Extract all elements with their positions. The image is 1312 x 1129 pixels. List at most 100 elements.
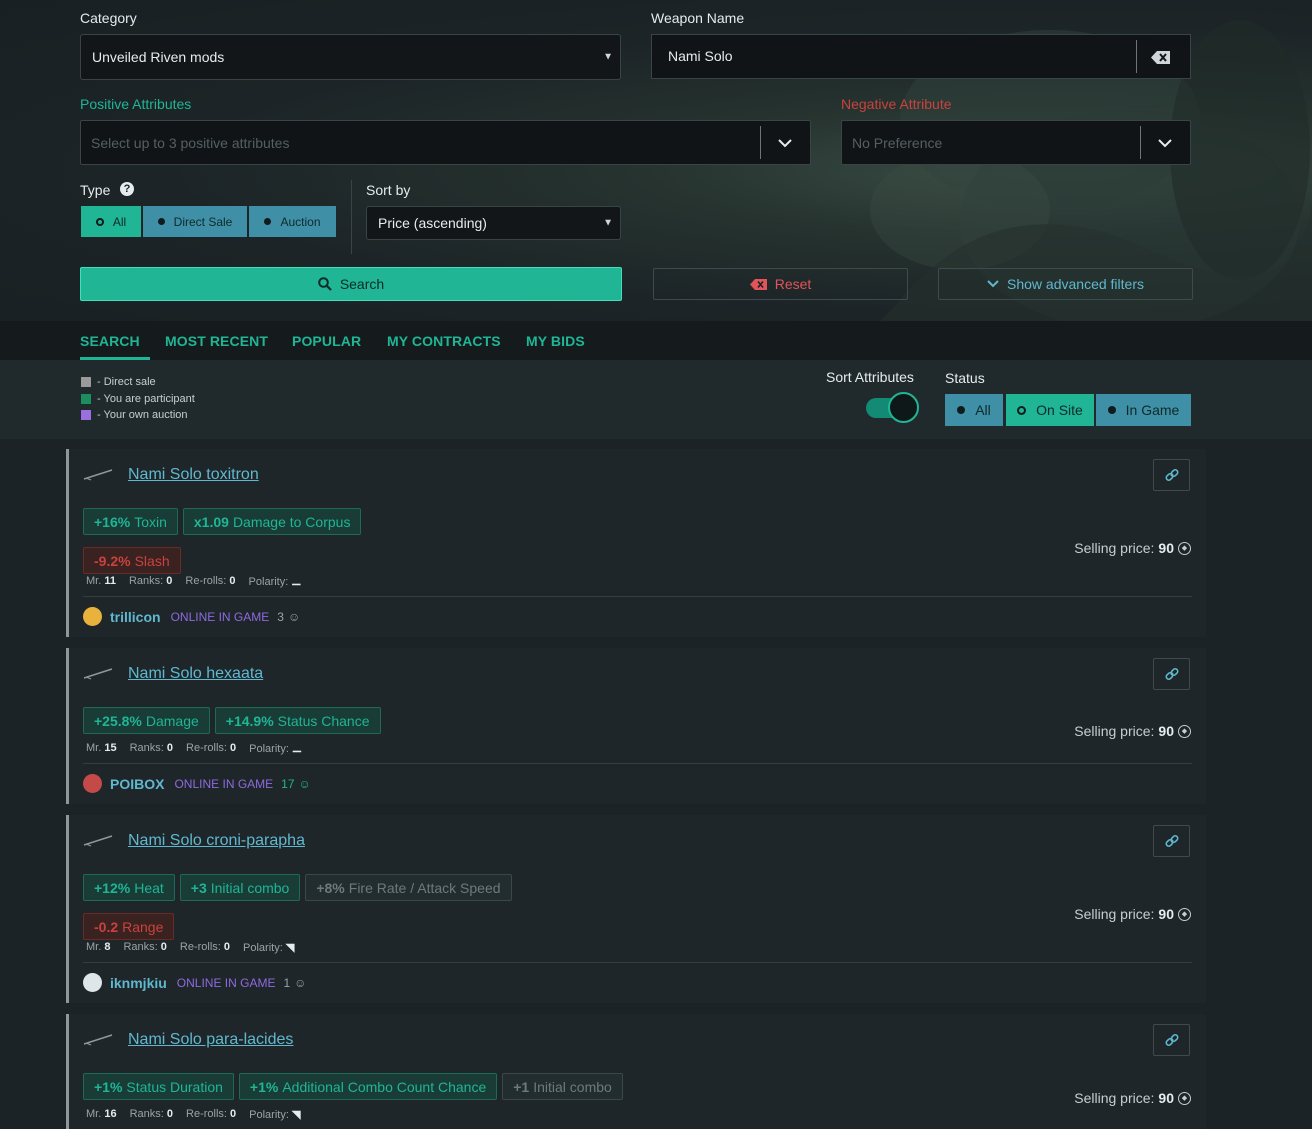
type-label: Type <box>80 182 111 198</box>
attribute-positive: +14.9% Status Chance <box>214 707 381 734</box>
avatar[interactable] <box>83 973 102 992</box>
type-option-direct-sale[interactable]: Direct Sale <box>143 206 247 237</box>
type-option-all[interactable]: All <box>81 206 141 237</box>
type-option-label: All <box>112 214 127 229</box>
positive-attributes-placeholder: Select up to 3 positive attributes <box>91 134 290 151</box>
attribute-positive: x1.09 Damage to Corpus <box>182 508 362 535</box>
reputation: 3 ☺ <box>277 609 301 624</box>
polarity-icon: ◥ <box>291 1109 301 1121</box>
legend-own-auction: - Your own auction <box>81 409 188 421</box>
tab-my-contracts[interactable]: MY CONTRACTS <box>387 333 501 349</box>
avatar[interactable] <box>83 607 102 626</box>
negative-attribute-value: No Preference <box>852 134 943 151</box>
auction-card: Nami Solo para-lacides +1% Status Duratio… <box>66 1014 1206 1129</box>
weapon-icon <box>83 1034 113 1046</box>
sort-by-select[interactable]: Price (ascending) ▼ <box>366 206 621 240</box>
legend-direct-sale: - Direct sale <box>81 376 156 388</box>
copy-link-button[interactable] <box>1153 459 1190 491</box>
negative-attribute-select[interactable]: No Preference <box>841 120 1191 165</box>
copy-link-button[interactable] <box>1153 825 1190 857</box>
selling-price: Selling price: 90 ◆ <box>1074 1090 1191 1106</box>
seller-name[interactable]: iknmjkiu <box>110 975 167 991</box>
link-icon <box>1164 1033 1179 1047</box>
show-advanced-filters-label: Show advanced filters <box>1007 276 1144 292</box>
chevron-down-icon: ▼ <box>603 51 613 63</box>
attribute-positive: +1% Additional Combo Count Chance <box>238 1073 498 1100</box>
positive-attributes-label: Positive Attributes <box>80 96 192 112</box>
category-label: Category <box>80 10 137 26</box>
category-select[interactable]: Unveiled Riven mods ▼ <box>80 34 621 80</box>
attribute-positive: +3 Initial combo <box>179 874 301 901</box>
selling-price: Selling price: 90 ◆ <box>1074 540 1191 556</box>
radio-selected-icon <box>95 217 104 226</box>
tab-my-bids[interactable]: MY BIDS <box>526 333 585 349</box>
legend-label: - Your own auction <box>97 409 188 421</box>
smiley-icon: ☺ <box>287 609 301 624</box>
seller-info: POIBOX ONLINE IN GAME 17 ☺ <box>83 774 311 793</box>
status-label: Status <box>945 370 985 386</box>
attribute-positive: +12% Heat <box>83 874 175 901</box>
weapon-icon <box>83 668 113 680</box>
attribute-list: +25.8% Damage +14.9% Status Chance <box>83 707 783 734</box>
type-option-label: Direct Sale <box>173 214 233 229</box>
status-option-label: On Site <box>1036 402 1083 418</box>
legend-label: - You are participant <box>97 393 195 405</box>
reputation: 17 ☺ <box>281 776 311 791</box>
chevron-down-icon: ▼ <box>603 217 613 229</box>
auction-card: Nami Solo toxitron +16% Toxin x1.09 Damage… <box>66 449 1206 637</box>
radio-icon <box>157 218 165 225</box>
help-icon[interactable]: ? <box>120 182 134 196</box>
status-option-label: All <box>975 402 991 418</box>
sort-by-label: Sort by <box>366 182 411 198</box>
backspace-icon <box>749 278 767 290</box>
selling-price: Selling price: 90 ◆ <box>1074 723 1191 739</box>
search-button[interactable]: Search <box>80 267 622 301</box>
auction-title-link[interactable]: Nami Solo toxitron <box>128 466 259 484</box>
toggle-knob[interactable] <box>888 392 919 423</box>
chevron-down-icon <box>1158 139 1172 148</box>
mod-meta: Mr. 15 Ranks: 0 Re-rolls: 0 Polarity: ⚊ <box>86 742 302 755</box>
platinum-icon: ◆ <box>1178 724 1191 738</box>
divider <box>351 180 352 254</box>
search-icon <box>318 277 332 291</box>
seller-name[interactable]: trillicon <box>110 609 161 625</box>
seller-name[interactable]: POIBOX <box>110 776 164 792</box>
mod-meta: Mr. 8 Ranks: 0 Re-rolls: 0 Polarity: ◥ <box>86 941 295 954</box>
weapon-name-value: Nami Solo <box>668 48 733 64</box>
tab-most-recent[interactable]: MOST RECENT <box>165 333 268 349</box>
auction-title-link[interactable]: Nami Solo para-lacides <box>128 1031 293 1049</box>
attribute-positive: +25.8% Damage <box>83 707 210 734</box>
polarity-icon: ◥ <box>285 942 295 954</box>
seller-info: iknmjkiu ONLINE IN GAME 1 ☺ <box>83 973 306 992</box>
seller-info: trillicon ONLINE IN GAME 3 ☺ <box>83 607 300 626</box>
weapon-name-label: Weapon Name <box>651 10 745 26</box>
auction-title-link[interactable]: Nami Solo hexaata <box>128 665 263 683</box>
positive-attributes-select[interactable]: Select up to 3 positive attributes <box>80 120 811 165</box>
smiley-icon: ☺ <box>294 975 307 990</box>
platinum-icon: ◆ <box>1178 541 1191 555</box>
reset-button[interactable]: Reset <box>653 268 908 300</box>
avatar[interactable] <box>83 774 102 793</box>
status-option-label: In Game <box>1125 402 1180 418</box>
weapon-name-input[interactable]: Nami Solo <box>651 34 1191 79</box>
weapon-icon <box>83 835 113 847</box>
type-option-label: Auction <box>280 214 321 229</box>
tab-popular[interactable]: POPULAR <box>292 333 361 349</box>
clear-input-icon[interactable] <box>1151 51 1171 64</box>
tab-search[interactable]: SEARCH <box>80 333 140 349</box>
type-option-auction[interactable]: Auction <box>249 206 336 237</box>
attribute-unmatched: +1 Initial combo <box>502 1073 623 1100</box>
auction-card: Nami Solo hexaata +25.8% Damage +14.9% Sta… <box>66 648 1206 804</box>
copy-link-button[interactable] <box>1153 658 1190 690</box>
seller-status: ONLINE IN GAME <box>176 975 276 990</box>
auction-title-link[interactable]: Nami Solo croni-parapha <box>128 832 305 850</box>
status-option-in-game[interactable]: In Game <box>1096 394 1191 426</box>
status-option-all[interactable]: All <box>945 394 1003 426</box>
copy-link-button[interactable] <box>1153 1024 1190 1056</box>
link-icon <box>1164 468 1179 482</box>
attribute-negative: -0.2 Range <box>83 913 175 940</box>
radio-selected-icon <box>1017 405 1027 415</box>
show-advanced-filters-button[interactable]: Show advanced filters <box>938 268 1193 300</box>
status-option-on-site[interactable]: On Site <box>1006 394 1094 426</box>
selling-price: Selling price: 90 ◆ <box>1074 906 1191 922</box>
